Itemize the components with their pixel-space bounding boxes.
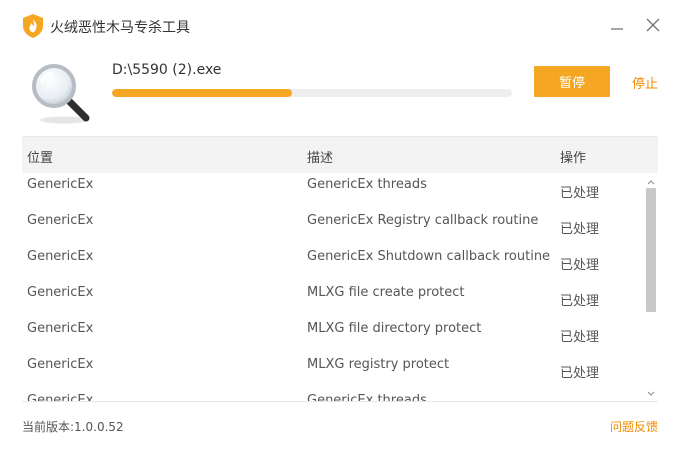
table-row[interactable]: GenericEx MLXG file create protect 已处理	[22, 280, 642, 316]
table-row[interactable]: GenericEx GenericEx Registry callback ro…	[22, 208, 642, 244]
scroll-up-button[interactable]	[644, 172, 658, 186]
table-body: GenericEx GenericEx threads 已处理 GenericE…	[22, 172, 642, 402]
row-description: GenericEx Shutdown callback routine	[307, 249, 551, 264]
footer-divider	[22, 401, 658, 402]
table-header: 位置 描述 操作	[22, 136, 658, 173]
scan-progress-fill	[112, 89, 292, 97]
version-label: 当前版本:1.0.0.52	[22, 420, 124, 434]
column-header-action: 操作	[560, 151, 587, 166]
feedback-link[interactable]: 问题反馈	[610, 418, 658, 435]
huorong-shield-icon	[22, 13, 44, 39]
row-location: GenericEx	[27, 357, 94, 372]
scrollbar-thumb[interactable]	[646, 188, 656, 312]
table-row[interactable]: GenericEx MLXG file directory protect 已处…	[22, 316, 642, 352]
magnifier-icon	[30, 62, 94, 126]
row-description: MLXG registry protect	[307, 357, 450, 372]
table-row[interactable]: GenericEx GenericEx Shutdown callback ro…	[22, 244, 642, 280]
row-action-status: 已处理	[560, 366, 600, 381]
scroll-down-button[interactable]	[644, 384, 658, 398]
scanning-file-path: D:\5590 (2).exe	[112, 62, 222, 78]
row-action-status: 已处理	[560, 186, 600, 201]
table-row[interactable]: GenericEx GenericEx threads 已处理	[22, 172, 642, 208]
scan-progress-bar	[112, 89, 512, 97]
pause-button[interactable]: 暂停	[534, 66, 610, 97]
row-location: GenericEx	[27, 285, 94, 300]
minimize-icon	[608, 16, 626, 34]
chevron-down-icon	[647, 382, 655, 401]
row-action-status: 已处理	[560, 222, 600, 237]
row-location: GenericEx	[27, 177, 94, 192]
column-header-location: 位置	[27, 151, 54, 166]
table-row[interactable]: GenericEx GenericEx threads	[22, 388, 642, 402]
row-action-status: 已处理	[560, 294, 600, 309]
results-table: 位置 描述 操作 GenericEx GenericEx threads 已处理…	[22, 136, 658, 402]
row-description: MLXG file create protect	[307, 285, 465, 300]
stop-link[interactable]: 停止	[632, 73, 658, 92]
row-description: GenericEx Registry callback routine	[307, 213, 539, 228]
column-header-description: 描述	[307, 151, 334, 166]
chevron-up-icon	[647, 170, 655, 189]
close-icon	[644, 16, 662, 34]
minimize-button[interactable]	[608, 16, 626, 34]
row-action-status: 已处理	[560, 330, 600, 345]
row-description: MLXG file directory protect	[307, 321, 482, 336]
row-location: GenericEx	[27, 321, 94, 336]
table-row[interactable]: GenericEx MLXG registry protect 已处理	[22, 352, 642, 388]
row-location: GenericEx	[27, 213, 94, 228]
title-bar: 火绒恶性木马专杀工具	[0, 0, 680, 48]
close-button[interactable]	[644, 16, 662, 34]
app-title: 火绒恶性木马专杀工具	[50, 20, 190, 36]
row-action-status: 已处理	[560, 258, 600, 273]
row-location: GenericEx	[27, 249, 94, 264]
table-scrollbar[interactable]	[644, 172, 658, 400]
row-description: GenericEx threads	[307, 177, 427, 192]
